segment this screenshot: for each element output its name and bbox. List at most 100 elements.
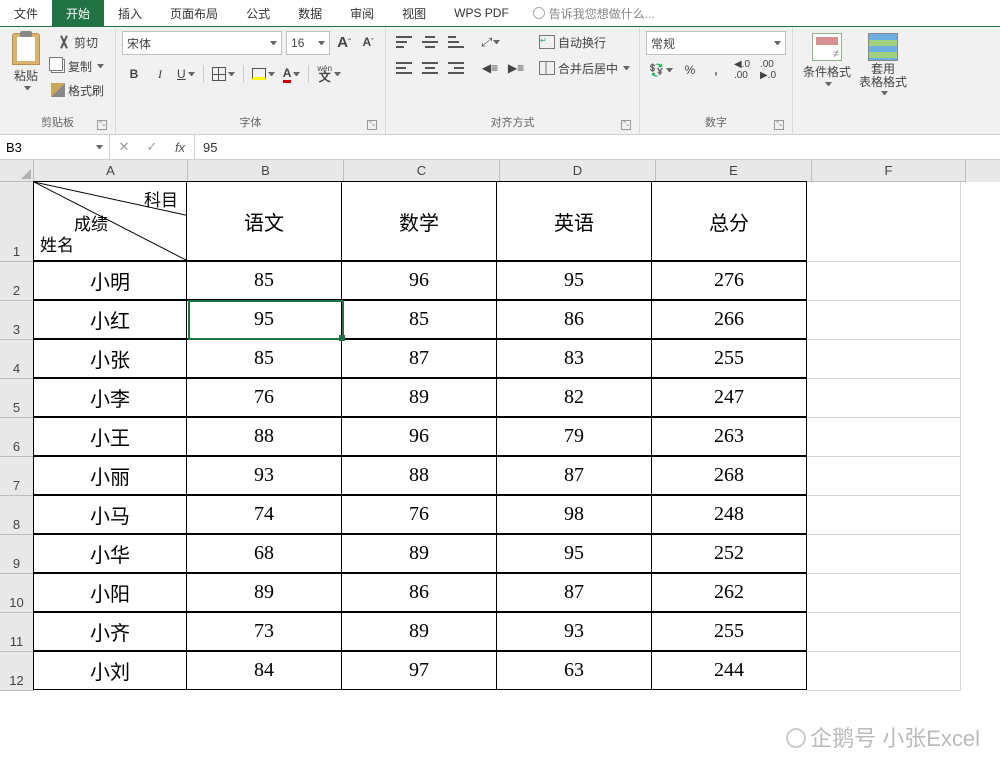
cell-a3[interactable]: 小红 <box>33 300 187 339</box>
select-all-corner[interactable] <box>0 160 34 182</box>
cell-d11[interactable]: 93 <box>496 612 652 651</box>
cell-f7[interactable] <box>807 457 961 496</box>
menu-view[interactable]: 视图 <box>388 0 440 26</box>
cell-e8[interactable]: 248 <box>651 495 807 534</box>
cell-a7[interactable]: 小丽 <box>33 456 187 495</box>
cell-b2[interactable]: 85 <box>186 261 342 300</box>
copy-button[interactable]: 复制 <box>48 55 107 77</box>
format-as-table-button[interactable]: 套用 表格格式 <box>855 31 911 116</box>
cell-e9[interactable]: 252 <box>651 534 807 573</box>
underline-button[interactable]: U <box>174 63 198 85</box>
cell-d12[interactable]: 63 <box>496 651 652 690</box>
menu-insert[interactable]: 插入 <box>104 0 156 26</box>
cell-a8[interactable]: 小马 <box>33 495 187 534</box>
launcher-icon[interactable]: ⤡ <box>621 120 631 130</box>
row-header-1[interactable]: 1 <box>0 182 34 262</box>
cell-a1[interactable]: 科目 成绩 姓名 <box>33 181 187 261</box>
cell-e10[interactable]: 262 <box>651 573 807 612</box>
cell-c1[interactable]: 数学 <box>341 181 497 261</box>
cell-a12[interactable]: 小刘 <box>33 651 187 690</box>
cell-d1[interactable]: 英语 <box>496 181 652 261</box>
cell-f1[interactable] <box>807 182 961 262</box>
bold-button[interactable]: B <box>122 63 146 85</box>
increase-decimal-button[interactable]: ◀.0.00 <box>730 59 754 81</box>
increase-font-button[interactable]: Aˆ <box>334 31 354 53</box>
menu-data[interactable]: 数据 <box>284 0 336 26</box>
cell-c5[interactable]: 89 <box>341 378 497 417</box>
accept-formula-button[interactable]: ✓ <box>138 139 166 155</box>
align-bottom-button[interactable] <box>444 31 468 53</box>
cell-b7[interactable]: 93 <box>186 456 342 495</box>
cell-c7[interactable]: 88 <box>341 456 497 495</box>
cell-f6[interactable] <box>807 418 961 457</box>
launcher-icon[interactable]: ⤡ <box>774 120 784 130</box>
cell-b5[interactable]: 76 <box>186 378 342 417</box>
cell-e7[interactable]: 268 <box>651 456 807 495</box>
cell-d2[interactable]: 95 <box>496 261 652 300</box>
cell-b8[interactable]: 74 <box>186 495 342 534</box>
align-center-button[interactable] <box>418 57 442 79</box>
cell-e5[interactable]: 247 <box>651 378 807 417</box>
cell-e4[interactable]: 255 <box>651 339 807 378</box>
cell-c10[interactable]: 86 <box>341 573 497 612</box>
cell-a6[interactable]: 小王 <box>33 417 187 456</box>
cell-b11[interactable]: 73 <box>186 612 342 651</box>
cell-b12[interactable]: 84 <box>186 651 342 690</box>
fill-color-button[interactable] <box>249 63 278 85</box>
font-size-select[interactable]: 16 <box>286 31 330 55</box>
cell-e1[interactable]: 总分 <box>651 181 807 261</box>
cell-d4[interactable]: 83 <box>496 339 652 378</box>
cell-a11[interactable]: 小齐 <box>33 612 187 651</box>
cell-d9[interactable]: 95 <box>496 534 652 573</box>
menu-layout[interactable]: 页面布局 <box>156 0 232 26</box>
row-header[interactable]: 11 <box>0 613 34 652</box>
formula-input[interactable]: 95 <box>195 135 1000 159</box>
row-header[interactable]: 2 <box>0 262 34 301</box>
fx-button[interactable]: fx <box>166 140 194 155</box>
row-header[interactable]: 8 <box>0 496 34 535</box>
cell-e11[interactable]: 255 <box>651 612 807 651</box>
cell-d10[interactable]: 87 <box>496 573 652 612</box>
cell-a5[interactable]: 小李 <box>33 378 187 417</box>
col-header-c[interactable]: C <box>344 160 500 182</box>
col-header-b[interactable]: B <box>188 160 344 182</box>
cell-e3[interactable]: 266 <box>651 300 807 339</box>
name-box[interactable]: B3 <box>0 135 110 159</box>
font-family-select[interactable]: 宋体 <box>122 31 282 55</box>
percent-button[interactable]: % <box>678 59 702 81</box>
cell-c8[interactable]: 76 <box>341 495 497 534</box>
launcher-icon[interactable]: ⤡ <box>97 120 107 130</box>
worksheet[interactable]: A B C D E F 1 科目 成绩 姓名 语文 数学 英语 总分 2小明85… <box>0 160 1000 691</box>
row-header[interactable]: 9 <box>0 535 34 574</box>
cell-e2[interactable]: 276 <box>651 261 807 300</box>
comma-button[interactable]: , <box>704 59 728 81</box>
cell-d8[interactable]: 98 <box>496 495 652 534</box>
menu-formula[interactable]: 公式 <box>232 0 284 26</box>
format-painter-button[interactable]: 格式刷 <box>48 79 107 101</box>
row-header[interactable]: 6 <box>0 418 34 457</box>
orientation-button[interactable]: ⤢ <box>478 31 503 53</box>
cell-a10[interactable]: 小阳 <box>33 573 187 612</box>
paste-button[interactable]: 粘贴 <box>6 31 46 112</box>
cell-b10[interactable]: 89 <box>186 573 342 612</box>
col-header-f[interactable]: F <box>812 160 966 182</box>
decrease-decimal-button[interactable]: .00▶.0 <box>756 59 780 81</box>
align-left-button[interactable] <box>392 57 416 79</box>
cell-f8[interactable] <box>807 496 961 535</box>
cell-e6[interactable]: 263 <box>651 417 807 456</box>
cell-c12[interactable]: 97 <box>341 651 497 690</box>
wrap-text-button[interactable]: ↵自动换行 <box>536 31 633 53</box>
number-format-select[interactable]: 常规 <box>646 31 786 55</box>
phonetic-button[interactable]: wén文 <box>314 63 344 85</box>
tell-me[interactable]: 告诉我您想做什么... <box>523 0 665 26</box>
align-top-button[interactable] <box>392 31 416 53</box>
cell-f5[interactable] <box>807 379 961 418</box>
cell-c3[interactable]: 85 <box>341 300 497 339</box>
cut-button[interactable]: 剪切 <box>54 31 101 53</box>
cell-d3[interactable]: 86 <box>496 300 652 339</box>
launcher-icon[interactable]: ⤡ <box>367 120 377 130</box>
cell-c11[interactable]: 89 <box>341 612 497 651</box>
menu-file[interactable]: 文件 <box>0 0 52 26</box>
cell-d7[interactable]: 87 <box>496 456 652 495</box>
cell-b4[interactable]: 85 <box>186 339 342 378</box>
